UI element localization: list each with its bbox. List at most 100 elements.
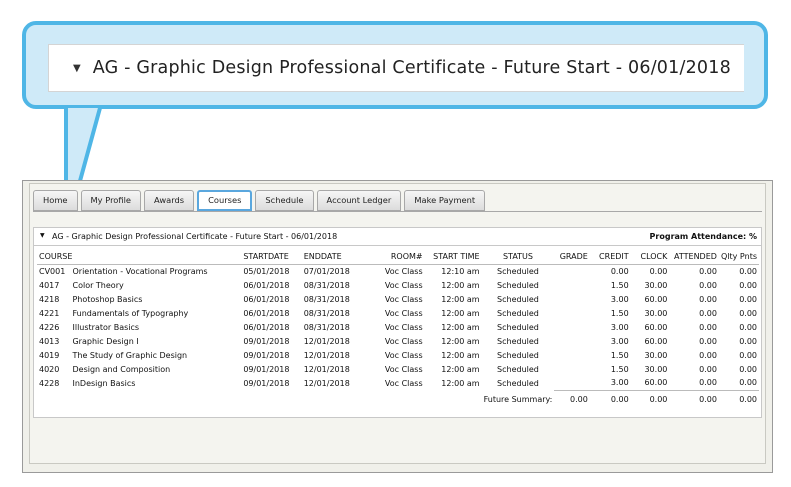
triangle-down-icon[interactable]: ▼ xyxy=(40,232,45,239)
cell-clock: 60.00 xyxy=(644,336,668,346)
cell-course-name: Design and Composition xyxy=(72,364,171,374)
cell-room: Voc Class xyxy=(384,378,423,388)
cell-grade xyxy=(554,278,589,292)
cell-clock: 60.00 xyxy=(644,322,668,332)
courses-table: COURSE STARTDATE ENDDATE ROOM# START TIM… xyxy=(37,250,759,408)
cell-start-time: 12:00 am xyxy=(441,308,480,318)
cell-credit: 3.00 xyxy=(610,336,629,346)
cell-course-name: Illustrator Basics xyxy=(72,322,140,332)
cell-room: Voc Class xyxy=(384,280,423,290)
cell-attended: 0.00 xyxy=(699,294,717,304)
cell-attended: 0.00 xyxy=(699,322,717,332)
cell-room: Voc Class xyxy=(384,322,423,332)
cell-course-name: Color Theory xyxy=(72,280,124,290)
program-title: AG - Graphic Design Professional Certifi… xyxy=(52,232,338,241)
cell-credit: 1.50 xyxy=(610,280,629,290)
cell-qty-pnts: 0.00 xyxy=(739,378,757,388)
cell-room: Voc Class xyxy=(384,336,423,346)
cell-start-date: 05/01/2018 xyxy=(243,266,290,276)
cell-qty-pnts: 0.00 xyxy=(739,266,757,276)
cell-status: Scheduled xyxy=(497,378,539,388)
cell-attended: 0.00 xyxy=(699,378,717,388)
cell-grade xyxy=(554,376,589,390)
cell-clock: 30.00 xyxy=(644,308,668,318)
tab-my-profile[interactable]: My Profile xyxy=(80,190,142,211)
tab-account-ledger[interactable]: Account Ledger xyxy=(316,190,402,211)
summary-row: Future Summary: 0.00 0.00 0.00 0.00 0.00 xyxy=(37,389,759,408)
cell-room: Voc Class xyxy=(384,350,423,360)
cell-room: Voc Class xyxy=(384,308,423,318)
cell-qty-pnts: 0.00 xyxy=(739,350,757,360)
cell-end-date: 08/31/2018 xyxy=(303,322,350,332)
col-clock: CLOCK xyxy=(630,250,670,265)
tab-courses[interactable]: Courses xyxy=(197,190,253,211)
table-row: CV001 Orientation - Vocational Programs 05… xyxy=(37,264,759,278)
cell-attended: 0.00 xyxy=(699,266,717,276)
callout-program-header[interactable]: ▼ AG - Graphic Design Professional Certi… xyxy=(48,44,744,92)
cell-clock: 30.00 xyxy=(644,364,668,374)
tab-awards[interactable]: Awards xyxy=(144,190,195,211)
cell-attended: 0.00 xyxy=(699,336,717,346)
cell-end-date: 08/31/2018 xyxy=(303,308,350,318)
cell-start-date: 06/01/2018 xyxy=(243,294,290,304)
cell-credit: 3.00 xyxy=(610,378,629,388)
cell-start-time: 12:00 am xyxy=(441,336,480,346)
cell-clock: 0.00 xyxy=(649,266,668,276)
app-window: Home My Profile Awards Courses Schedule Accou… xyxy=(22,180,773,473)
cell-attended: 0.00 xyxy=(699,350,717,360)
col-qty-pnts: Qlty Pnts xyxy=(718,250,759,265)
summary-qty-pnts: 0.00 xyxy=(718,389,759,408)
cell-grade xyxy=(554,348,589,362)
table-row: 4228 InDesign Basics 09/01/2018 12/01/2018 V… xyxy=(37,376,759,390)
triangle-down-icon[interactable]: ▼ xyxy=(73,63,81,74)
tab-make-payment[interactable]: Make Payment xyxy=(404,190,486,211)
cell-course-name: Photoshop Basics xyxy=(72,294,143,304)
cell-start-time: 12:10 am xyxy=(441,266,480,276)
cell-qty-pnts: 0.00 xyxy=(739,322,757,332)
cell-end-date: 08/31/2018 xyxy=(303,280,350,290)
table-row: 4013 Graphic Design I 09/01/2018 12/01/2018… xyxy=(37,334,759,348)
cell-end-date: 12/01/2018 xyxy=(303,364,350,374)
cell-start-date: 09/01/2018 xyxy=(243,350,290,360)
cell-status: Scheduled xyxy=(497,280,539,290)
cell-grade xyxy=(554,292,589,306)
table-row: 4226 Illustrator Basics 06/01/2018 08/31/20… xyxy=(37,320,759,334)
cell-credit: 1.50 xyxy=(610,364,629,374)
cell-attended: 0.00 xyxy=(699,364,717,374)
col-grade: GRADE xyxy=(554,250,590,265)
cell-course-name: Orientation - Vocational Programs xyxy=(72,266,208,276)
cell-course-code: 4226 xyxy=(39,322,60,332)
cell-qty-pnts: 0.00 xyxy=(739,294,757,304)
tab-home[interactable]: Home xyxy=(33,190,78,211)
tab-schedule[interactable]: Schedule xyxy=(255,190,314,211)
summary-grade: 0.00 xyxy=(554,389,590,408)
cell-start-date: 09/01/2018 xyxy=(243,336,290,346)
cell-start-time: 12:00 am xyxy=(441,280,480,290)
cell-status: Scheduled xyxy=(497,322,539,332)
cell-status: Scheduled xyxy=(497,308,539,318)
cell-course-code: CV001 xyxy=(39,266,66,276)
cell-grade xyxy=(554,362,589,376)
cell-room: Voc Class xyxy=(384,364,423,374)
cell-credit: 1.50 xyxy=(610,308,629,318)
col-credit: CREDIT xyxy=(589,250,631,265)
program-header[interactable]: ▼ AG - Graphic Design Professional Certi… xyxy=(34,228,761,246)
cell-course-code: 4019 xyxy=(39,350,60,360)
cell-status: Scheduled xyxy=(497,294,539,304)
tab-bar: Home My Profile Awards Courses Schedule Accou… xyxy=(33,190,486,212)
col-room: ROOM# xyxy=(365,250,425,265)
tab-divider xyxy=(33,211,762,212)
cell-start-time: 12:00 am xyxy=(441,378,480,388)
cell-course-code: 4221 xyxy=(39,308,60,318)
cell-start-date: 09/01/2018 xyxy=(243,378,290,388)
cell-course-name: The Study of Graphic Design xyxy=(72,350,188,360)
table-row: 4017 Color Theory 06/01/2018 08/31/2018 Voc … xyxy=(37,278,759,292)
cell-end-date: 08/31/2018 xyxy=(303,294,350,304)
cell-course-name: InDesign Basics xyxy=(72,378,136,388)
col-status: STATUS xyxy=(481,250,555,265)
cell-qty-pnts: 0.00 xyxy=(739,364,757,374)
cell-start-date: 06/01/2018 xyxy=(243,308,290,318)
cell-grade xyxy=(554,320,589,334)
table-row: 4221 Fundamentals of Typography 06/01/2018… xyxy=(37,306,759,320)
cell-course-code: 4020 xyxy=(39,364,60,374)
